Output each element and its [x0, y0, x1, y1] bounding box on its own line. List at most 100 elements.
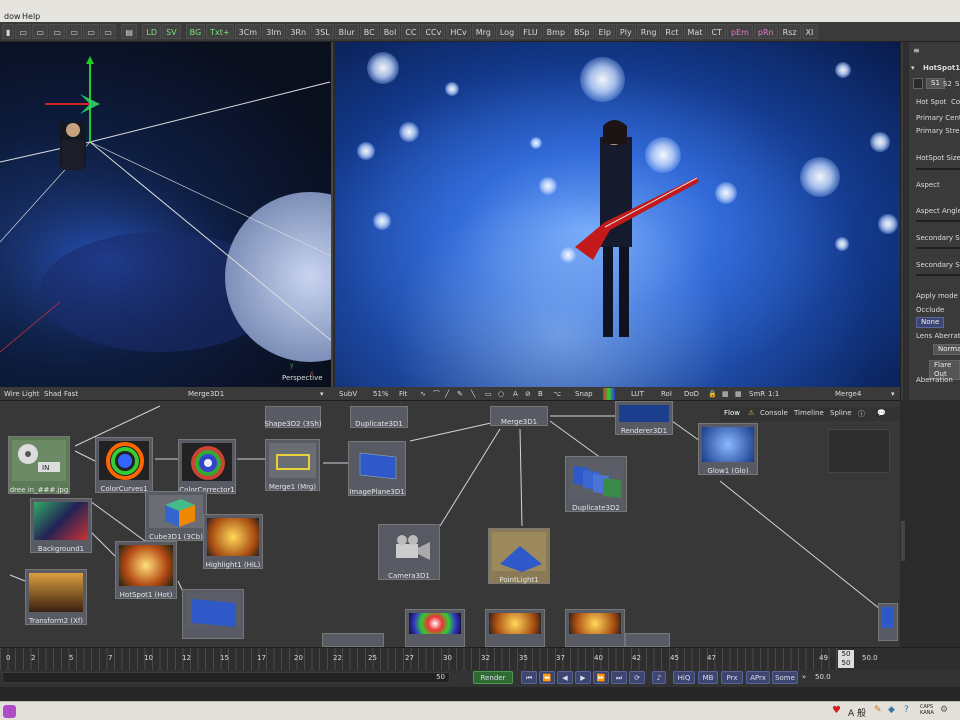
node-hotspot-partial-b[interactable]: [565, 609, 625, 647]
node-duplicate3d1[interactable]: Duplicate3D1: [350, 406, 408, 428]
audio-icon[interactable]: ♪: [652, 671, 666, 684]
tool-blur-button[interactable]: Blur: [334, 24, 359, 39]
tool-flu-button[interactable]: FLU: [519, 24, 542, 39]
some-button[interactable]: Some: [772, 671, 798, 684]
node-plane-partial[interactable]: [182, 589, 244, 639]
start-icon[interactable]: [3, 705, 16, 718]
tool-3cm-button[interactable]: 3Cm: [234, 24, 262, 39]
settings-icon[interactable]: ⚙: [940, 705, 948, 715]
viewport-perspective[interactable]: y x Perspective: [0, 42, 333, 387]
bold-icon[interactable]: B: [538, 387, 543, 401]
layout-6-icon[interactable]: ▭: [100, 24, 117, 39]
hotspot-size-slider[interactable]: [916, 168, 960, 170]
node-highlight[interactable]: Highlight1 (HiL): [203, 514, 263, 569]
time-ruler[interactable]: 0 2 5 7 10 12 15 17 20 22 25 27 30 32 35…: [0, 647, 960, 671]
ratio-button[interactable]: 1:1: [768, 387, 779, 401]
fast-toggle[interactable]: Fast: [64, 387, 78, 401]
tool-bsp-button[interactable]: BSp: [570, 24, 594, 39]
heart-icon[interactable]: ♥: [832, 705, 841, 716]
secondary-strength-slider[interactable]: [916, 247, 960, 249]
tab-console[interactable]: Console: [760, 409, 788, 417]
shad-toggle[interactable]: Shad: [44, 387, 62, 401]
rect-tool-icon[interactable]: ▭: [485, 387, 492, 401]
tool-txt-button[interactable]: Txt+: [206, 24, 234, 39]
tab-timeline[interactable]: Timeline: [794, 409, 824, 417]
info-icon[interactable]: ⓘ: [858, 409, 865, 419]
tool-prn-button[interactable]: pRn: [753, 24, 778, 39]
step-forward-icon[interactable]: ⏩: [593, 671, 609, 684]
viewport-render[interactable]: [335, 42, 900, 387]
tool-bg-button[interactable]: BG: [185, 24, 206, 39]
ellipse-tool-icon[interactable]: ○: [498, 387, 504, 401]
tool-3im-button[interactable]: 3Im: [262, 24, 286, 39]
node-colorcorrector[interactable]: ColorCorrector1: [178, 439, 236, 494]
node-renderer3d1[interactable]: Renderer3D1: [615, 401, 673, 435]
color-picker-icon[interactable]: ⊘: [525, 387, 531, 401]
viewport-left-menu-icon[interactable]: ▾: [320, 387, 324, 401]
light-toggle[interactable]: Light: [22, 387, 39, 401]
panel-menu-icon[interactable]: ≡: [913, 46, 920, 55]
tool-ct-button[interactable]: CT: [707, 24, 726, 39]
lut-button[interactable]: LUT: [631, 387, 644, 401]
node-cube3d[interactable]: Cube3D1 (3Cb): [145, 491, 207, 541]
text-tool-icon[interactable]: A: [513, 387, 518, 401]
panel-scrollbar[interactable]: [901, 521, 905, 561]
layout-3-icon[interactable]: ▭: [49, 24, 66, 39]
go-end-icon[interactable]: ⏭: [611, 671, 627, 684]
tool-elp-button[interactable]: Elp: [594, 24, 615, 39]
tool-rsz-button[interactable]: Rsz: [778, 24, 801, 39]
bspline-tool-icon[interactable]: ⌒: [433, 387, 440, 401]
node-duplicate3d2[interactable]: Duplicate3D2: [565, 456, 627, 512]
tray-icon-2[interactable]: ◆: [888, 705, 895, 715]
aprx-button[interactable]: APrx: [746, 671, 770, 684]
node-colorwheel-partial[interactable]: [405, 609, 465, 647]
panel-left-icon[interactable]: [913, 78, 923, 89]
tool-bc-button[interactable]: BC: [359, 24, 379, 39]
tool-hcv-button[interactable]: HCv: [446, 24, 471, 39]
navigator-minimap[interactable]: [828, 429, 890, 473]
tray-icon[interactable]: ✎: [874, 705, 882, 715]
range-scrubber[interactable]: 50: [2, 672, 450, 683]
node-merge1[interactable]: Merge1 (Mrg): [265, 439, 320, 491]
subv-button[interactable]: SubV: [339, 387, 357, 401]
paint-tool-icon[interactable]: ╲: [471, 387, 475, 401]
node-transform[interactable]: Transform2 (Xf): [25, 569, 87, 625]
play-reverse-icon[interactable]: ◀: [557, 671, 573, 684]
pen-tool-icon[interactable]: ╱: [445, 387, 449, 401]
roi-button[interactable]: RoI: [661, 387, 672, 401]
help-icon[interactable]: ?: [904, 705, 909, 715]
node-colorcurves[interactable]: ColorCurves1: [95, 437, 153, 493]
menu-help[interactable]: Help: [22, 12, 40, 21]
node-pointlight[interactable]: PointLight1: [488, 528, 550, 584]
flow-editor[interactable]: IN dree in_###.jpg ColorCurves1 ColorCor…: [0, 401, 900, 647]
checker2-icon[interactable]: ▦: [735, 387, 742, 401]
layout-4-icon[interactable]: ▭: [66, 24, 83, 39]
lock-icon[interactable]: 🔒: [708, 387, 717, 401]
node-edge-partial[interactable]: [878, 603, 898, 641]
tab-flow[interactable]: Flow: [724, 409, 740, 417]
tab-color[interactable]: Co: [951, 98, 960, 106]
subtab-s[interactable]: S: [955, 80, 959, 88]
brush-tool-icon[interactable]: ✎: [457, 387, 463, 401]
tool-bol-button[interactable]: Bol: [379, 24, 401, 39]
tool-bmp-button[interactable]: Bmp: [542, 24, 570, 39]
render-button[interactable]: Render: [473, 671, 513, 684]
tool-cc-button[interactable]: CC: [401, 24, 421, 39]
layout-2-icon[interactable]: ▭: [32, 24, 49, 39]
tool-ply-button[interactable]: Ply: [615, 24, 636, 39]
mb-button[interactable]: MB: [698, 671, 718, 684]
hiq-button[interactable]: HiQ: [673, 671, 695, 684]
tool-ld-button[interactable]: LD: [142, 24, 162, 39]
tool-collapse-icon[interactable]: ▾: [911, 64, 915, 72]
tool-rng-button[interactable]: Rng: [636, 24, 661, 39]
aspect-angle-slider[interactable]: [916, 220, 960, 222]
subtab-s2[interactable]: S2: [943, 80, 952, 88]
node-shape3d[interactable]: Shape3D2 (3Sh): [264, 406, 322, 428]
node-imageplane[interactable]: ImagePlane3D1: [348, 441, 406, 496]
prx-button[interactable]: Prx: [721, 671, 743, 684]
tool-3rn-button[interactable]: 3Rn: [286, 24, 311, 39]
node-background[interactable]: Background1: [30, 498, 92, 553]
node-glow[interactable]: Glow1 (Glo): [698, 423, 758, 475]
tool-log-button[interactable]: Log: [495, 24, 519, 39]
wire-toggle[interactable]: Wire: [4, 387, 20, 401]
